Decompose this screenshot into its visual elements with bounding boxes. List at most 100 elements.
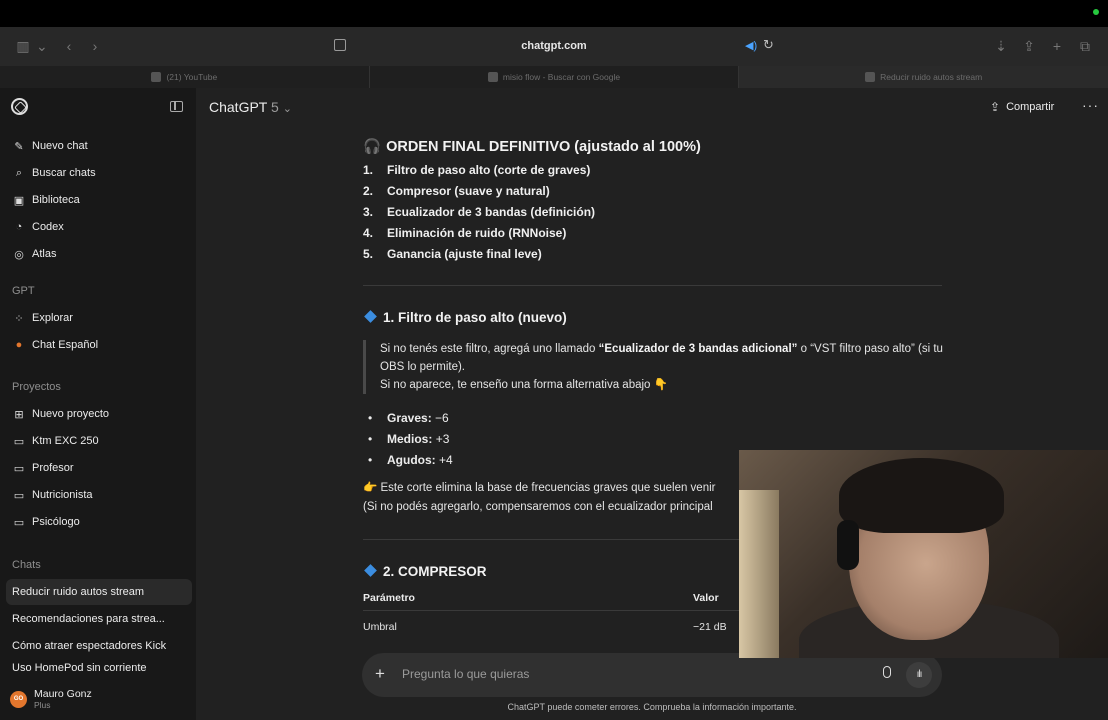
headphones-icon: [837, 520, 859, 570]
table-header: Valor: [693, 592, 719, 604]
sidebar-item-label: Psicólogo: [32, 516, 80, 528]
sidebar-item-label: Chat Español: [32, 339, 99, 351]
plus-icon[interactable]: +: [375, 664, 385, 684]
tab-youtube[interactable]: (21) YouTube: [0, 66, 370, 88]
page-menu-icon[interactable]: [334, 39, 346, 51]
composer: + Pregunta lo que quieras ılı: [362, 653, 942, 697]
sidebar-toggle-icon[interactable]: ▥: [14, 38, 32, 54]
microphone-icon[interactable]: [883, 666, 891, 678]
share-icon[interactable]: ⇪: [1020, 38, 1038, 54]
user-name: Mauro Gonz: [34, 688, 92, 700]
paragraph: (Si no podés agregarlo, compensaremos co…: [363, 501, 713, 513]
section-label-gpt: GPT: [12, 285, 35, 297]
share-icon: ⇪: [990, 100, 1001, 114]
disclaimer: ChatGPT puede cometer errores. Comprueba…: [507, 702, 797, 712]
reload-icon[interactable]: ↻: [763, 38, 774, 52]
share-label: Compartir: [1006, 101, 1055, 113]
browser-toolbar: ▥ ⌄ ‹ › chatgpt.com ◀) ↻ ⇣ ⇪ + ⧉: [0, 27, 1108, 66]
final-order-heading: 🎧 ORDEN FINAL DEFINITIVO (ajustado al 100…: [363, 138, 701, 155]
heading-text: ORDEN FINAL DEFINITIVO (ajustado al 100%…: [386, 139, 701, 155]
table-cell: Umbral: [363, 621, 397, 633]
model-selector[interactable]: ChatGPT 5 ⌄: [209, 99, 292, 115]
tab-overview-icon[interactable]: ⧉: [1076, 38, 1094, 54]
sidebar-item-label: Codex: [32, 221, 64, 233]
sidebar-item-label: Atlas: [32, 248, 57, 260]
sidebar-item-new-chat[interactable]: ✎ Nuevo chat: [6, 133, 192, 159]
sidebar-item-library[interactable]: ▣ Biblioteca: [6, 187, 192, 213]
webcam-background-light: [739, 490, 779, 658]
folder-icon: ▭: [13, 516, 25, 529]
sidebar-item-search-chats[interactable]: ⌕ Buscar chats: [6, 160, 192, 186]
chat-item[interactable]: Recomendaciones para strea...: [6, 606, 192, 632]
sidebar-item-label: Nuevo chat: [32, 140, 88, 152]
download-icon[interactable]: ⇣: [992, 38, 1010, 54]
voice-mode-button[interactable]: ılı: [906, 662, 932, 688]
tab-google[interactable]: misio flow - Buscar con Google: [370, 66, 740, 88]
gpt-avatar-icon: ●: [15, 339, 23, 351]
sidebar-item-codex[interactable]: ◔ Codex: [6, 214, 192, 240]
edit-icon: ✎: [14, 140, 24, 153]
sidebar-item-chat-espanol[interactable]: ● Chat Español: [6, 332, 192, 358]
prompt-input[interactable]: Pregunta lo que quieras: [402, 667, 529, 681]
back-icon[interactable]: ‹: [60, 38, 78, 54]
forward-icon[interactable]: ›: [86, 38, 104, 54]
ordered-list-item: 1. Filtro de paso alto (corte de graves): [363, 163, 591, 177]
chevron-down-icon[interactable]: ⌄: [36, 38, 48, 54]
section-heading: 2. COMPRESOR: [363, 564, 487, 579]
ordered-list-item: 3. Ecualizador de 3 bandas (definición): [363, 205, 596, 219]
sidebar-item-label: Nuevo proyecto: [32, 408, 110, 420]
grid-icon: ⁘: [14, 312, 24, 325]
avatar: GO: [10, 690, 27, 708]
sidebar-item-label: Biblioteca: [32, 194, 80, 206]
google-favicon-icon: [487, 72, 498, 82]
sidebar-item-project[interactable]: ▭ Nutricionista: [6, 482, 192, 508]
blue-diamond-icon: [364, 310, 377, 323]
sidebar-item-explore[interactable]: ⁘ Explorar: [6, 305, 192, 331]
chat-item-active[interactable]: Reducir ruido autos stream: [6, 579, 192, 605]
tab-bar: (21) YouTube misio flow - Buscar con Goo…: [0, 66, 1108, 88]
sidebar-item-project[interactable]: ▭ Psicólogo: [6, 509, 192, 535]
share-button[interactable]: ⇪ Compartir: [990, 100, 1054, 114]
more-options-icon[interactable]: ···: [1082, 97, 1099, 113]
sidebar-item-new-project[interactable]: ⊞ Nuevo proyecto: [6, 401, 192, 427]
user-plan: Plus: [34, 700, 51, 710]
sidebar-item-project[interactable]: ▭ Ktm EXC 250: [6, 428, 192, 454]
chat-item-label: Cómo atraer espectadores Kick: [12, 640, 167, 652]
ordered-list-item: 5. Ganancia (ajuste final leve): [363, 247, 542, 261]
sidebar-item-label: Ktm EXC 250: [32, 435, 99, 447]
table-divider: [363, 610, 740, 611]
divider: [363, 285, 942, 286]
compass-icon: ◎: [14, 248, 24, 261]
blockquote: Si no tenés este filtro, agregá uno llam…: [363, 340, 943, 394]
folder-icon: ▭: [13, 462, 25, 475]
model-name: ChatGPT: [209, 99, 268, 115]
sidebar-item-atlas[interactable]: ◎ Atlas: [6, 241, 192, 267]
user-profile[interactable]: GO Mauro Gonz Plus: [10, 688, 92, 710]
collapse-sidebar-icon[interactable]: [170, 101, 183, 112]
openai-logo-icon[interactable]: [11, 98, 28, 115]
library-icon: ▣: [13, 194, 25, 207]
bullet-item: Agudos: +4: [368, 453, 453, 467]
section-heading: 1. Filtro de paso alto (nuevo): [363, 310, 567, 325]
address-bar[interactable]: chatgpt.com: [350, 35, 758, 57]
model-version: 5: [271, 99, 279, 115]
chat-item-label: Uso HomePod sin corriente: [12, 662, 147, 674]
webcam-person-hair: [839, 458, 1004, 533]
sidebar-item-project[interactable]: ▭ Profesor: [6, 455, 192, 481]
chat-item[interactable]: Uso HomePod sin corriente: [6, 660, 192, 676]
tab-label: misio flow - Buscar con Google: [502, 72, 621, 82]
headphones-icon: 🎧: [363, 139, 382, 155]
folder-icon: ▭: [13, 489, 25, 502]
sidebar-item-label: Explorar: [32, 312, 73, 324]
sidebar-item-label: Buscar chats: [32, 167, 96, 179]
chat-item-label: Recomendaciones para strea...: [12, 613, 165, 625]
new-tab-icon[interactable]: +: [1048, 38, 1066, 54]
chat-item[interactable]: Cómo atraer espectadores Kick: [6, 633, 192, 659]
sidebar-item-label: Profesor: [32, 462, 74, 474]
section-label-chats: Chats: [12, 559, 41, 571]
section-label-projects: Proyectos: [12, 381, 61, 393]
sidebar: ✎ Nuevo chat ⌕ Buscar chats ▣ Biblioteca…: [0, 88, 196, 720]
tab-chatgpt[interactable]: Reducir ruido autos stream: [739, 66, 1108, 88]
speaker-icon[interactable]: ◀): [745, 40, 757, 52]
folder-icon: ▭: [13, 435, 25, 448]
